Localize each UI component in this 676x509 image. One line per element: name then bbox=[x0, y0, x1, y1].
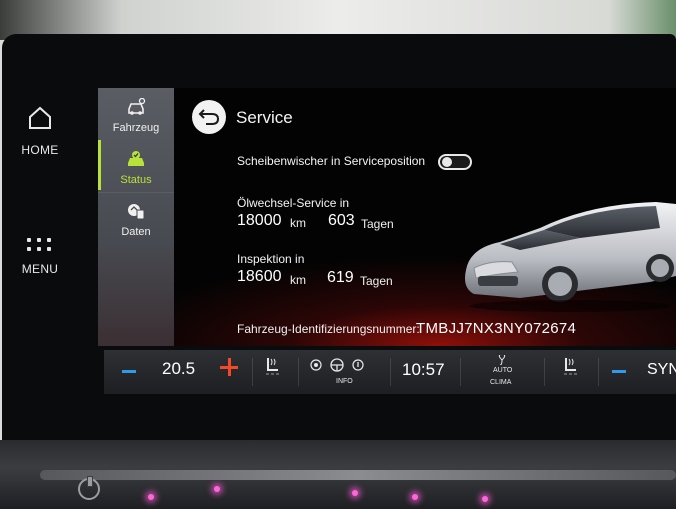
temp-down-button[interactable] bbox=[122, 370, 136, 373]
fan-icon bbox=[498, 355, 506, 365]
clima-label: CLIMA bbox=[490, 379, 512, 386]
wiper-service-toggle[interactable] bbox=[438, 154, 472, 170]
sidebar-divider bbox=[98, 192, 174, 193]
vehicle-illustration bbox=[465, 202, 676, 312]
oil-service-days-unit: Tagen bbox=[361, 217, 394, 231]
power-icon[interactable] bbox=[78, 476, 100, 500]
climate-divider bbox=[460, 358, 461, 386]
inspection-days: 619 bbox=[327, 269, 354, 286]
sidebar-item-fahrzeug[interactable]: Fahrzeug bbox=[98, 90, 174, 138]
ambient-led bbox=[352, 490, 358, 496]
inspection-km-unit: km bbox=[290, 273, 306, 287]
info-right-icon[interactable] bbox=[352, 359, 364, 371]
info-left-icon[interactable] bbox=[310, 359, 322, 371]
oil-service-km: 18000 bbox=[237, 212, 282, 229]
car-settings-icon bbox=[128, 97, 146, 115]
wiper-service-label: Scheibenwischer in Serviceposition bbox=[237, 154, 426, 168]
sidebar-label-status: Status bbox=[120, 174, 152, 186]
climate-divider bbox=[390, 358, 391, 386]
oil-service-days: 603 bbox=[328, 212, 355, 229]
menu-grid-icon bbox=[27, 238, 53, 252]
sidebar-label-daten: Daten bbox=[121, 226, 151, 238]
oil-service-km-unit: km bbox=[290, 216, 306, 230]
back-button[interactable] bbox=[192, 100, 226, 134]
car-status-icon bbox=[128, 151, 144, 166]
info-label: INFO bbox=[336, 378, 353, 385]
ambient-led bbox=[148, 494, 154, 500]
vin-label: Fahrzeug-Identifizierungsnummer: bbox=[237, 322, 420, 336]
inspection-km: 18600 bbox=[237, 268, 282, 285]
fuel-data-icon bbox=[128, 204, 145, 220]
climate-divider bbox=[298, 358, 299, 386]
infotainment-screen: Fahrzeug Status Daten Service Scheibenwi… bbox=[98, 88, 676, 346]
back-arrow-icon bbox=[198, 109, 220, 125]
sidebar-label-fahrzeug: Fahrzeug bbox=[112, 122, 160, 134]
climate-divider bbox=[544, 358, 545, 386]
inspection-label: Inspektion in bbox=[237, 252, 305, 266]
climate-divider bbox=[252, 358, 253, 386]
climate-bar: 20.5 INFO 10:57 AUTO CLIMA SYN bbox=[104, 350, 676, 394]
steering-wheel-icon[interactable] bbox=[330, 358, 344, 372]
passenger-temp-down-button[interactable] bbox=[612, 370, 626, 373]
ambient-led bbox=[214, 486, 220, 492]
temp-up-button[interactable] bbox=[220, 358, 238, 376]
auto-label: AUTO bbox=[493, 367, 513, 374]
home-label: HOME bbox=[21, 143, 59, 157]
temperature-value: 20.5 bbox=[162, 359, 196, 378]
inspection-days-unit: Tagen bbox=[360, 274, 393, 288]
sidebar-item-daten[interactable]: Daten bbox=[98, 194, 174, 242]
vin-value: TMBJJ7NX3NY072674 bbox=[416, 320, 577, 337]
climate-divider bbox=[598, 358, 599, 386]
seat-heating-icon[interactable] bbox=[264, 356, 282, 376]
clock: 10:57 bbox=[402, 360, 445, 379]
home-icon bbox=[29, 106, 51, 129]
sidebar-item-status[interactable]: Status bbox=[98, 142, 174, 190]
seat-heating-right-icon[interactable] bbox=[562, 356, 580, 376]
oil-service-label: Ölwechsel-Service in bbox=[237, 196, 350, 210]
ambient-led bbox=[482, 496, 488, 502]
menu-label: MENU bbox=[21, 262, 59, 276]
menu-button[interactable]: MENU bbox=[14, 238, 66, 282]
trim-light-strip bbox=[40, 470, 676, 480]
page-title: Service bbox=[236, 108, 293, 127]
home-button[interactable]: HOME bbox=[14, 106, 66, 162]
vehicle-sidebar: Fahrzeug Status Daten bbox=[98, 88, 174, 346]
sync-button[interactable]: SYN bbox=[647, 361, 676, 379]
toggle-knob bbox=[442, 157, 452, 167]
ambient-led bbox=[412, 494, 418, 500]
